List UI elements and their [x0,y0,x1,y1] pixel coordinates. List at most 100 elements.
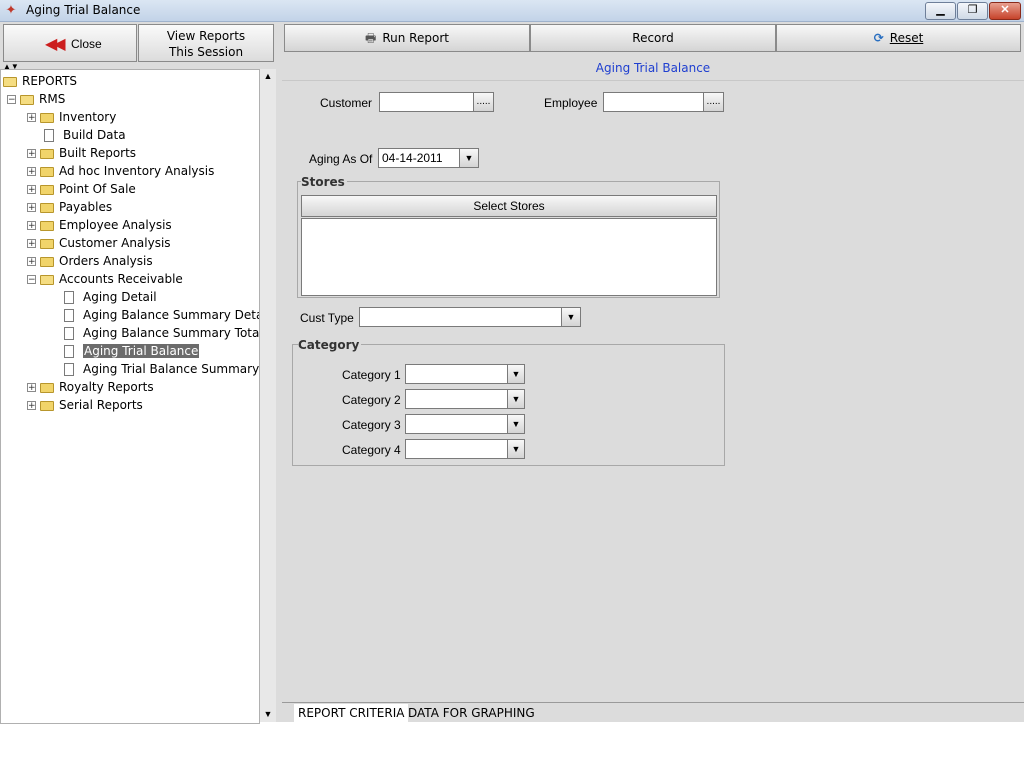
refresh-icon: ⟳ [873,31,884,45]
tab-data-for-graphing[interactable]: DATA FOR GRAPHING [404,704,539,722]
select-stores-button[interactable]: Select Stores [301,195,717,217]
tree-node-inventory[interactable]: + Inventory [27,108,116,126]
collapse-icon[interactable]: − [7,95,16,105]
back-arrow-icon: ◀◀ [45,34,66,53]
window-title: Aging Trial Balance [26,3,141,17]
category-1-dropdown-icon[interactable]: ▼ [507,364,525,384]
employee-label: Employee [544,96,598,110]
category-1-select[interactable] [405,364,511,384]
cust-type-dropdown-icon[interactable]: ▼ [561,307,581,327]
folder-open-icon [20,94,34,105]
employee-field[interactable] [603,92,705,112]
cust-type-select[interactable] [359,307,563,327]
restore-button[interactable]: ❐ [957,2,988,20]
app-window: ✦ Aging Trial Balance ▁ ❐ ✕ ◀◀ Close Vie… [0,0,1024,724]
tab-report-criteria[interactable]: REPORT CRITERIA [294,704,409,722]
expand-icon[interactable]: + [27,239,36,249]
tree-node-aging-balance-summary-totals[interactable]: Aging Balance Summary Totals [64,324,259,342]
expand-icon[interactable]: + [27,257,36,267]
scroll-down-icon[interactable]: ▼ [261,707,275,722]
view-reports-session-button[interactable]: View Reports This Session [138,24,274,62]
folder-icon [40,220,54,231]
expand-icon[interactable]: + [27,383,36,393]
expand-icon[interactable]: + [27,149,36,159]
run-report-button[interactable]: 🖶 Run Report [284,24,530,52]
tree-node-orders-analysis[interactable]: + Orders Analysis [27,252,153,270]
aging-as-of-date-field[interactable]: 04-14-2011 [378,148,460,168]
close-window-button[interactable]: ✕ [989,2,1021,20]
tree-node-build-data[interactable]: Build Data [44,126,126,144]
tree-node-royalty-reports[interactable]: + Royalty Reports [27,378,154,396]
document-icon [64,345,74,358]
tree-node-accounts-receivable[interactable]: − Accounts Receivable [27,270,183,288]
tree-label: RMS [39,92,66,106]
tree-node-aging-detail[interactable]: Aging Detail [64,288,157,306]
expand-icon[interactable]: + [27,203,36,213]
expand-icon[interactable]: + [27,221,36,231]
view-reports-label-1: View Reports [166,29,246,43]
tree-label: Ad hoc Inventory Analysis [59,164,215,178]
category-2-dropdown-icon[interactable]: ▼ [507,389,525,409]
category-3-dropdown-icon[interactable]: ▼ [507,414,525,434]
tree-node-built-reports[interactable]: + Built Reports [27,144,136,162]
document-icon [64,291,74,304]
stores-list[interactable] [301,218,717,296]
category-2-label: Category 2 [342,393,401,407]
tree-node-aging-balance-summary-detail[interactable]: Aging Balance Summary Detail [64,306,259,324]
folder-icon [40,112,54,123]
folder-icon [40,400,54,411]
folder-open-icon [3,76,17,87]
expand-icon[interactable]: + [27,185,36,195]
expand-icon[interactable]: + [27,113,36,123]
record-button[interactable]: Record [530,24,776,52]
folder-icon [40,382,54,393]
expand-icon[interactable]: + [27,167,36,177]
title-bar: ✦ Aging Trial Balance ▁ ❐ ✕ [0,0,1024,22]
folder-icon [40,202,54,213]
tree-node-customer-analysis[interactable]: + Customer Analysis [27,234,171,252]
tree-node-aging-trial-balance-summary[interactable]: Aging Trial Balance Summary [64,360,259,378]
category-4-select[interactable] [405,439,511,459]
expand-icon[interactable]: + [27,401,36,411]
customer-lookup-button[interactable]: ..... [473,92,494,112]
tree-label: Serial Reports [59,398,143,412]
employee-lookup-button[interactable]: ..... [703,92,724,112]
tree-node-reports[interactable]: REPORTS [3,72,77,90]
reset-button[interactable]: ⟳ Reset [776,24,1021,52]
customer-field[interactable] [379,92,475,112]
tree-label: Employee Analysis [59,218,172,232]
divider [282,80,1024,81]
tree-node-payables[interactable]: + Payables [27,198,112,216]
reset-label: Reset [889,31,924,45]
folder-icon [40,148,54,159]
scroll-up-icon[interactable]: ▲ [261,69,275,84]
tree-label: Point Of Sale [59,182,136,196]
date-picker-button[interactable]: ▼ [459,148,479,168]
tree-node-serial-reports[interactable]: + Serial Reports [27,396,143,414]
tree-node-aging-trial-balance[interactable]: Aging Trial Balance [64,342,200,360]
collapse-icon[interactable]: − [27,275,36,285]
tree-node-point-of-sale[interactable]: + Point Of Sale [27,180,136,198]
category-4-dropdown-icon[interactable]: ▼ [507,439,525,459]
document-icon [64,327,74,340]
folder-icon [40,238,54,249]
folder-icon [40,166,54,177]
tree-scrollbar[interactable]: ▲ ▼ [259,69,276,722]
report-navigator: ◀◀ Close View Reports This Session ▲ ▼ RE… [0,22,279,724]
close-button-label: Close [71,37,102,51]
app-icon: ✦ [5,2,17,17]
category-2-select[interactable] [405,389,511,409]
minimize-button[interactable]: ▁ [925,2,956,20]
close-button[interactable]: ◀◀ Close [3,24,137,62]
folder-open-icon [40,274,54,285]
tree-node-adhoc-inventory[interactable]: + Ad hoc Inventory Analysis [27,162,214,180]
tree-node-rms[interactable]: − RMS [7,90,65,108]
category-group-title: Category [298,338,362,352]
record-label: Record [632,31,674,45]
tree-label: Orders Analysis [59,254,153,268]
tree-label: Royalty Reports [59,380,154,394]
category-3-select[interactable] [405,414,511,434]
tree-node-employee-analysis[interactable]: + Employee Analysis [27,216,172,234]
run-report-label: Run Report [382,31,449,45]
tree-label: Build Data [63,128,126,142]
